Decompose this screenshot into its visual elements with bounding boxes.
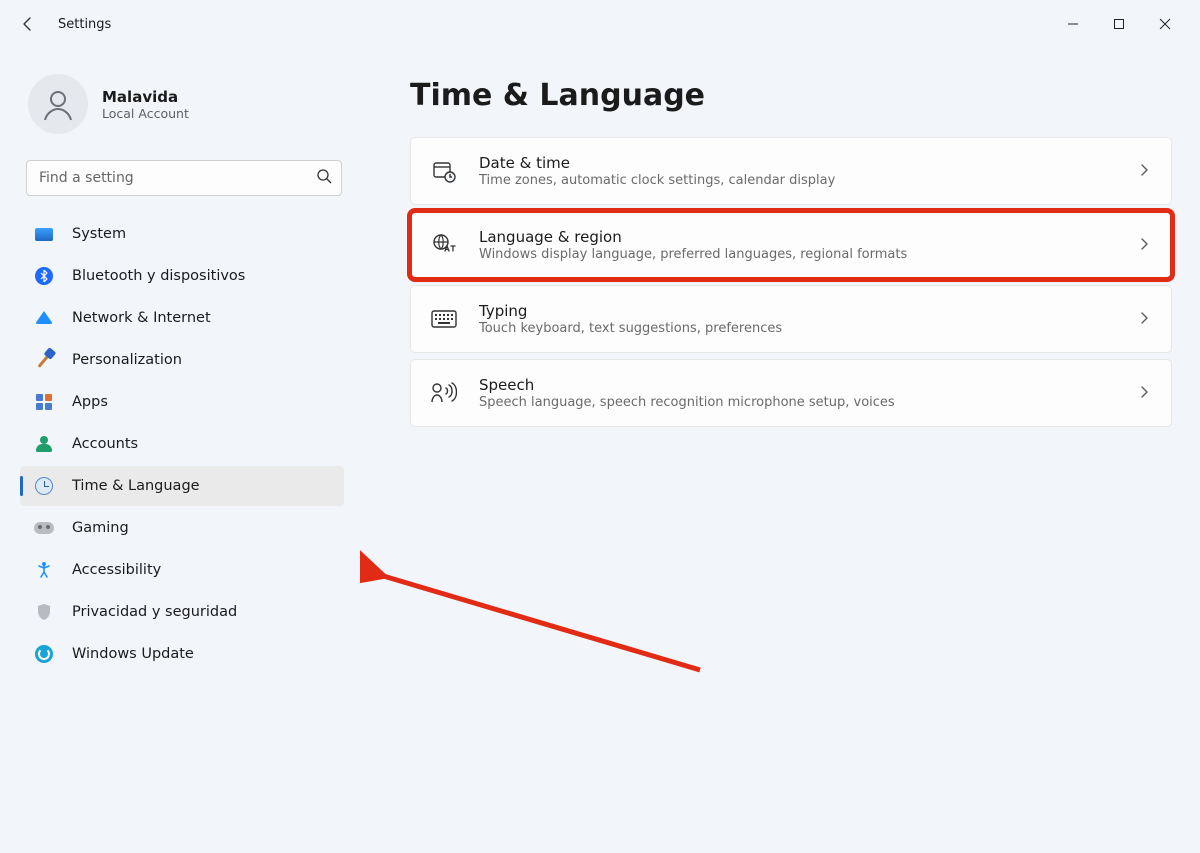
back-button[interactable] bbox=[12, 8, 44, 40]
window-controls bbox=[1050, 8, 1188, 40]
app-title: Settings bbox=[58, 17, 111, 32]
avatar-icon bbox=[40, 86, 76, 122]
search-input[interactable] bbox=[26, 160, 342, 196]
card-title: Typing bbox=[479, 302, 1115, 320]
card-date-time[interactable]: Date & time Time zones, automatic clock … bbox=[410, 137, 1172, 205]
sidebar-item-label: Accounts bbox=[72, 436, 138, 452]
bluetooth-icon bbox=[34, 266, 54, 286]
card-language-region[interactable]: Language & region Windows display langua… bbox=[410, 211, 1172, 279]
nav: System Bluetooth y dispositivos Network … bbox=[20, 214, 348, 674]
system-icon bbox=[34, 224, 54, 244]
titlebar: Settings bbox=[0, 0, 1200, 48]
gaming-icon bbox=[34, 518, 54, 538]
sidebar-item-network[interactable]: Network & Internet bbox=[20, 298, 344, 338]
sidebar-item-accounts[interactable]: Accounts bbox=[20, 424, 344, 464]
card-desc: Speech language, speech recognition micr… bbox=[479, 395, 1115, 410]
sidebar-item-bluetooth[interactable]: Bluetooth y dispositivos bbox=[20, 256, 344, 296]
chevron-right-icon bbox=[1137, 236, 1151, 255]
sidebar-item-privacy[interactable]: Privacidad y seguridad bbox=[20, 592, 344, 632]
minimize-icon bbox=[1067, 18, 1079, 30]
typing-icon bbox=[431, 306, 457, 332]
user-subtitle: Local Account bbox=[102, 106, 189, 121]
back-arrow-icon bbox=[20, 16, 36, 32]
card-desc: Time zones, automatic clock settings, ca… bbox=[479, 173, 1115, 188]
language-region-icon bbox=[431, 232, 457, 258]
close-icon bbox=[1159, 18, 1171, 30]
card-speech[interactable]: Speech Speech language, speech recogniti… bbox=[410, 359, 1172, 427]
close-button[interactable] bbox=[1142, 8, 1188, 40]
chevron-right-icon bbox=[1137, 384, 1151, 403]
maximize-button[interactable] bbox=[1096, 8, 1142, 40]
sidebar-item-windows-update[interactable]: Windows Update bbox=[20, 634, 344, 674]
personalization-icon bbox=[34, 350, 54, 370]
sidebar-item-label: Privacidad y seguridad bbox=[72, 604, 237, 620]
sidebar: Malavida Local Account System Bluetooth … bbox=[0, 48, 360, 853]
accounts-icon bbox=[34, 434, 54, 454]
card-desc: Windows display language, preferred lang… bbox=[479, 247, 1115, 262]
sidebar-item-label: Windows Update bbox=[72, 646, 194, 662]
chevron-right-icon bbox=[1137, 162, 1151, 181]
accessibility-icon bbox=[34, 560, 54, 580]
sidebar-item-personalization[interactable]: Personalization bbox=[20, 340, 344, 380]
sidebar-item-system[interactable]: System bbox=[20, 214, 344, 254]
sidebar-item-label: Time & Language bbox=[72, 478, 200, 494]
main-content: Time & Language Date & time Time zones, … bbox=[360, 48, 1200, 853]
sidebar-item-apps[interactable]: Apps bbox=[20, 382, 344, 422]
chevron-right-icon bbox=[1137, 310, 1151, 329]
sidebar-item-label: Accessibility bbox=[72, 562, 161, 578]
sidebar-item-label: Bluetooth y dispositivos bbox=[72, 268, 245, 284]
network-icon bbox=[34, 308, 54, 328]
apps-icon bbox=[34, 392, 54, 412]
user-block[interactable]: Malavida Local Account bbox=[20, 68, 348, 154]
page-title: Time & Language bbox=[410, 78, 1172, 113]
sidebar-item-label: Apps bbox=[72, 394, 108, 410]
windows-update-icon bbox=[34, 644, 54, 664]
card-title: Language & region bbox=[479, 228, 1115, 246]
sidebar-item-accessibility[interactable]: Accessibility bbox=[20, 550, 344, 590]
card-typing[interactable]: Typing Touch keyboard, text suggestions,… bbox=[410, 285, 1172, 353]
avatar bbox=[28, 74, 88, 134]
privacy-icon bbox=[34, 602, 54, 622]
user-name: Malavida bbox=[102, 88, 189, 106]
sidebar-item-label: Network & Internet bbox=[72, 310, 211, 326]
minimize-button[interactable] bbox=[1050, 8, 1096, 40]
sidebar-item-label: Gaming bbox=[72, 520, 129, 536]
card-title: Speech bbox=[479, 376, 1115, 394]
maximize-icon bbox=[1113, 18, 1125, 30]
card-desc: Touch keyboard, text suggestions, prefer… bbox=[479, 321, 1115, 336]
card-title: Date & time bbox=[479, 154, 1115, 172]
speech-icon bbox=[431, 380, 457, 406]
sidebar-item-time-language[interactable]: Time & Language bbox=[20, 466, 344, 506]
date-time-icon bbox=[431, 158, 457, 184]
sidebar-item-label: Personalization bbox=[72, 352, 182, 368]
settings-cards: Date & time Time zones, automatic clock … bbox=[410, 137, 1172, 427]
sidebar-item-label: System bbox=[72, 226, 126, 242]
sidebar-item-gaming[interactable]: Gaming bbox=[20, 508, 344, 548]
search-wrap bbox=[26, 160, 342, 196]
time-language-icon bbox=[34, 476, 54, 496]
